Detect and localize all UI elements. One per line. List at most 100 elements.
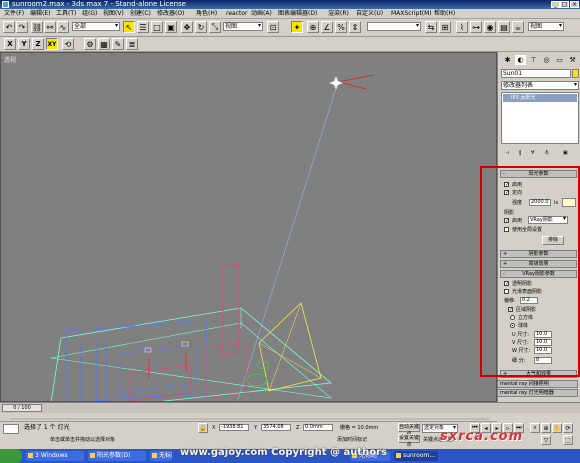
select-move-icon[interactable]: ✥ [181,21,193,33]
redo-icon[interactable]: ↷ [16,21,28,33]
menu-edit[interactable]: 编辑(E) [30,10,50,18]
task-sun-params[interactable]: 阳光参数(D) [88,451,146,461]
menu-rendering[interactable]: 渲染(R) [328,10,349,18]
menu-customize[interactable]: 自定义(U) [356,10,383,18]
modifier-list-dropdown[interactable]: 修改器列表 [501,81,579,90]
curve-editor-icon[interactable]: ⌇ [456,21,468,33]
menu-maxscript[interactable]: MAXScript(M) [391,10,432,18]
zoom-icon[interactable]: ⌕ [530,423,540,433]
menu-create[interactable]: 创建(C) [130,10,151,18]
layer-icon[interactable]: ▦ [98,38,110,50]
menu-modifiers[interactable]: 修改器(O) [157,10,184,18]
zoom-all-icon[interactable]: ⊕ [541,423,551,433]
utilities-tab-icon[interactable]: ⚒ [567,55,578,65]
link-icon[interactable]: ⛓ [31,21,43,33]
axis-z-button[interactable]: Z [32,38,44,50]
menu-tools[interactable]: 工具(T) [56,10,76,18]
align-icon[interactable]: ⊞ [439,21,451,33]
set-key-button[interactable]: 设置关键点 [398,434,420,448]
modify-tab-icon[interactable]: ◐ [515,55,526,65]
app-icon[interactable] [2,1,9,8]
menu-views[interactable]: 视图(V) [103,10,124,18]
pivot-center-icon[interactable]: ⊡ [267,21,279,33]
hierarchy-tab-icon[interactable]: ⊤ [528,55,539,65]
named-selection-dropdown[interactable] [367,22,421,31]
menu-character[interactable]: 角色(H) [196,10,217,18]
selection-filter-dropdown[interactable]: 全部 [72,22,120,31]
axis-xy-button[interactable]: XY [46,38,58,50]
rollout-mental-ray-shader[interactable]: mental ray 灯光明暗器 [497,389,578,397]
object-name-field[interactable]: Sun01 [501,69,571,78]
mirror-icon[interactable]: ⇆ [425,21,437,33]
undo-icon[interactable]: ↶ [3,21,15,33]
start-button[interactable] [0,449,22,463]
add-time-tag[interactable]: 添加时间标记 [337,437,367,443]
menu-animation[interactable]: 动画(A) [251,10,272,18]
z-coordinate-field[interactable]: 0.0mm [303,424,333,431]
select-manipulate-icon[interactable]: ✦ [291,21,303,33]
modifier-stack[interactable]: IES 太阳光 [501,92,579,144]
select-scale-icon[interactable]: ⤡ [209,21,221,33]
axis-x-button[interactable]: X [4,38,16,50]
angle-snap-icon[interactable]: ∠ [321,21,333,33]
axis-y-button[interactable]: Y [18,38,30,50]
maximize-button[interactable]: □ [560,1,569,8]
task-untitled-1[interactable]: 无标题 [150,451,172,461]
menu-reactor[interactable]: reactor [226,10,248,18]
schematic-view-icon[interactable]: ⊶ [470,21,482,33]
render-view-dropdown[interactable]: 视图 [528,22,564,31]
motion-tab-icon[interactable]: ◎ [541,55,552,65]
display-tab-icon[interactable]: ▭ [554,55,565,65]
reference-coordinate-dropdown[interactable]: 视图 [223,22,263,31]
menu-graph-editors[interactable]: 图表编辑器(D) [278,10,317,18]
unlink-icon[interactable]: ⚯ [44,21,56,33]
quick-render-icon[interactable]: ☕ [512,21,524,33]
layers-manager-icon[interactable]: ≣ [126,38,138,50]
stack-item[interactable]: IES 太阳光 [503,94,577,102]
spinner-snap-icon[interactable]: ⇕ [349,21,361,33]
lock-selection-icon[interactable]: 🔒 [198,423,208,433]
menu-group[interactable]: 组(G) [82,10,97,18]
create-tab-icon[interactable]: ✱ [502,55,513,65]
y-coordinate-field[interactable]: 3574.08 [261,424,291,431]
window-crossing-icon[interactable]: ▣ [165,21,177,33]
close-button[interactable]: × [570,1,579,8]
object-paint-icon[interactable]: ⚙ [84,38,96,50]
object-color-swatch[interactable] [572,69,579,78]
render-scene-icon[interactable]: ▤ [498,21,510,33]
select-rotate-icon[interactable]: ↻ [195,21,207,33]
x-coordinate-field[interactable]: -1938.81 [219,424,249,431]
pin-stack-icon[interactable]: ⊣ [505,150,509,156]
remove-modifier-icon[interactable]: ♁ [545,150,549,156]
time-slider-thumb[interactable]: 0 / 100 [2,404,42,412]
auto-key-button[interactable]: 自动关键点 [398,423,420,437]
x-label: X [212,425,216,431]
task-windows[interactable]: 3 Windows [26,451,84,461]
show-end-result-icon[interactable]: ‖ [519,150,522,156]
fov-icon[interactable]: ▽ [541,435,551,445]
sun-light-icon [328,75,344,91]
rollout-mental-ray-indirect[interactable]: mental ray 间接照明 [497,380,578,388]
stack-tools: ⊣ ‖ ∀ ♁ ▣ [501,148,579,158]
snap-icon[interactable]: ⊕ [307,21,319,33]
bind-space-warp-icon[interactable]: ∿ [57,21,69,33]
track-bar[interactable] [0,413,497,422]
brush-icon[interactable]: ✎ [112,38,124,50]
pan-icon[interactable]: ✋ [552,423,562,433]
select-object-icon[interactable]: ↖ [123,21,135,33]
orbit-icon[interactable]: ⟳ [563,423,573,433]
material-editor-icon[interactable]: ◉ [484,21,496,33]
time-slider[interactable]: 0 / 100 [0,402,580,413]
menu-file[interactable]: 文件(F) [4,10,24,18]
perspective-viewport[interactable]: 透视 [0,52,497,402]
constraint-icon[interactable]: ⟲ [62,38,74,50]
minimize-button[interactable]: _ [551,1,560,8]
make-unique-icon[interactable]: ∀ [531,150,534,156]
percent-snap-icon[interactable]: % [335,21,347,33]
maxscript-listener[interactable] [3,424,19,434]
rect-selection-icon[interactable]: □ [151,21,163,33]
configure-sets-icon[interactable]: ▣ [563,150,568,156]
menu-help[interactable]: 帮助(H) [434,10,455,18]
select-by-name-icon[interactable]: ☰ [137,21,149,33]
maximize-viewport-icon[interactable]: ⬚ [563,435,573,445]
